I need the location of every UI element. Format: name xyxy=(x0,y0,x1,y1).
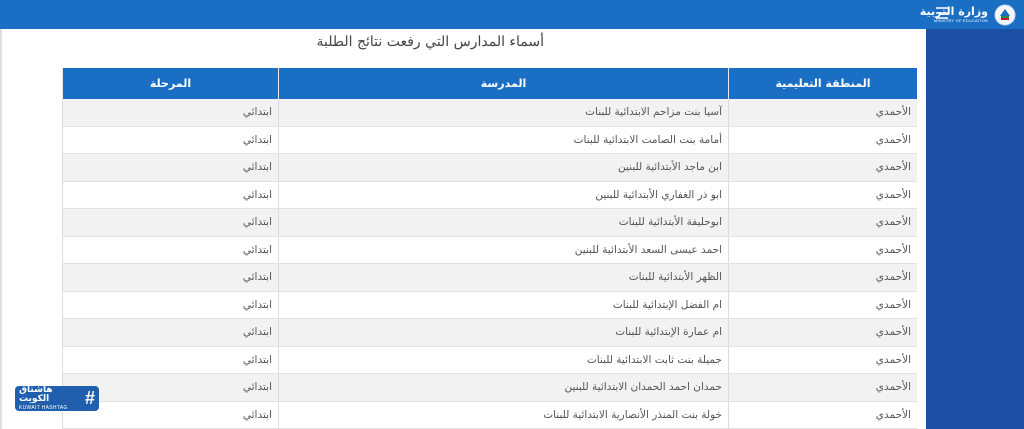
table-row[interactable]: الأحمدي آسيا بنت مزاحم الابتدائية للبنات… xyxy=(62,99,917,127)
table-row[interactable]: الأحمدي ام عمارة الإبتدائية للبنات ابتدا… xyxy=(62,318,917,347)
watermark-arabic-text: هاشتاق الكويت xyxy=(19,385,53,404)
cell-stage: ابتدائي xyxy=(62,236,279,264)
table-row[interactable]: الأحمدي أمامة بنت الصامت الابتدائية للبن… xyxy=(62,126,917,154)
cell-region: الأحمدي xyxy=(728,236,917,264)
table-row[interactable]: الأحمدي جميلة بنت ثابت الابتدائية للبنات… xyxy=(62,346,917,374)
cell-region: الأحمدي xyxy=(728,346,917,374)
cell-stage: ابتدائي xyxy=(62,346,279,374)
cell-school: ام عمارة الإبتدائية للبنات xyxy=(278,318,729,347)
watermark-english-text: KUWAIT HASHTAG xyxy=(19,405,68,411)
cell-school: احمد عيسى السعد الأبتدائية للبنين xyxy=(278,236,729,264)
ministry-logo[interactable]: وزارة التربية MINISTRY OF EDUCATION xyxy=(920,1,1016,28)
brand-arabic-name: وزارة التربية xyxy=(919,5,988,18)
cell-region: الأحمدي xyxy=(728,318,917,347)
page-title: أسماء المدارس التي رفعت نتائج الطلبة xyxy=(316,34,544,50)
table-row[interactable]: الأحمدي الظهر الأبتدائية للبنات ابتدائي xyxy=(62,263,917,292)
cell-school: ام الفضل الإبتدائية للبنات xyxy=(278,291,729,319)
column-header-region[interactable]: المنطقة التعليمية xyxy=(728,68,917,99)
column-header-stage[interactable]: المرحلة xyxy=(62,68,279,99)
cell-stage: ابتدائي xyxy=(62,291,279,319)
cell-school: الظهر الأبتدائية للبنات xyxy=(278,263,729,292)
schools-table-container: المنطقة التعليمية المدرسة المرحلة الأحمد… xyxy=(62,68,917,429)
cell-region: الأحمدي xyxy=(728,373,917,402)
table-row[interactable]: الأحمدي احمد عيسى السعد الأبتدائية للبني… xyxy=(62,236,917,264)
kuwait-emblem-icon xyxy=(994,4,1016,25)
cell-school: حمدان احمد الحمدان الابتدائية للبنين xyxy=(278,373,729,402)
top-navbar: وزارة التربية MINISTRY OF EDUCATION xyxy=(0,0,1024,29)
cell-school: آسيا بنت مزاحم الابتدائية للبنات xyxy=(278,99,729,127)
right-side-panel xyxy=(926,29,1024,429)
table-row[interactable]: الأحمدي ابن ماجد الأبتدائية للبنين ابتدا… xyxy=(62,153,917,182)
schools-results-table: المنطقة التعليمية المدرسة المرحلة الأحمد… xyxy=(62,68,917,429)
cell-region: الأحمدي xyxy=(728,401,917,429)
left-edge-divider xyxy=(0,29,2,429)
table-row[interactable]: الأحمدي ابو ذر الغفاري الأبتدائية للبنين… xyxy=(62,181,917,209)
cell-stage: ابتدائي xyxy=(62,153,279,182)
cell-stage: ابتدائي xyxy=(62,99,279,127)
cell-stage: ابتدائي xyxy=(62,318,279,347)
table-row[interactable]: الأحمدي حمدان احمد الحمدان الابتدائية لل… xyxy=(62,373,917,402)
brand-english-name: MINISTRY OF EDUCATION xyxy=(933,18,988,23)
cell-school: ابوحليفة الأبتدائية للبنات xyxy=(278,208,729,237)
table-row[interactable]: الأحمدي ام الفضل الإبتدائية للبنات ابتدا… xyxy=(62,291,917,319)
cell-region: الأحمدي xyxy=(728,263,917,292)
column-header-school[interactable]: المدرسة xyxy=(278,68,729,99)
kuwait-hashtag-watermark: هاشتاق الكويت KUWAIT HASHTAG # xyxy=(15,386,99,411)
cell-stage: ابتدائي xyxy=(62,208,279,237)
hashtag-icon: # xyxy=(84,388,95,408)
cell-school: ابن ماجد الأبتدائية للبنين xyxy=(278,153,729,182)
cell-school: خولة بنت المنذر الأنصارية الابتدائية للب… xyxy=(278,401,729,429)
table-row[interactable]: الأحمدي ابوحليفة الأبتدائية للبنات ابتدا… xyxy=(62,208,917,237)
cell-region: الأحمدي xyxy=(728,181,917,209)
cell-school: جميلة بنت ثابت الابتدائية للبنات xyxy=(278,346,729,374)
cell-school: ابو ذر الغفاري الأبتدائية للبنين xyxy=(278,181,729,209)
cell-stage: ابتدائي xyxy=(62,263,279,292)
table-header-row: المنطقة التعليمية المدرسة المرحلة xyxy=(62,68,917,99)
cell-region: الأحمدي xyxy=(728,208,917,237)
cell-region: الأحمدي xyxy=(728,99,917,127)
cell-school: أمامة بنت الصامت الابتدائية للبنات xyxy=(278,126,729,154)
cell-stage: ابتدائي xyxy=(62,126,279,154)
cell-region: الأحمدي xyxy=(728,126,917,154)
table-row[interactable]: الأحمدي خولة بنت المنذر الأنصارية الابتد… xyxy=(62,401,917,429)
cell-region: الأحمدي xyxy=(728,153,917,182)
cell-stage: ابتدائي xyxy=(62,181,279,209)
cell-region: الأحمدي xyxy=(728,291,917,319)
